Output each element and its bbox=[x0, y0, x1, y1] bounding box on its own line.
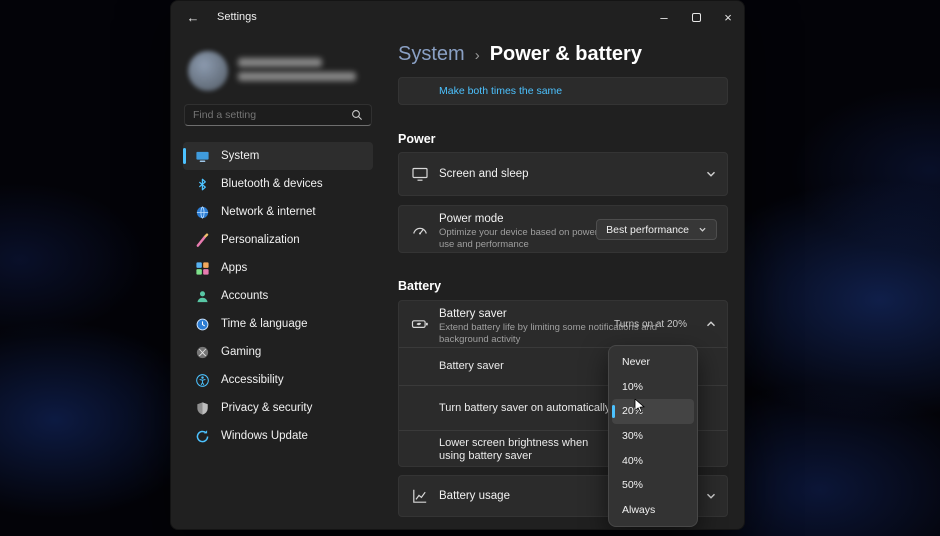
back-icon: ← bbox=[186, 9, 200, 25]
screen-and-sleep-row[interactable]: Screen and sleep bbox=[398, 152, 728, 196]
system-icon bbox=[196, 151, 209, 162]
breadcrumb: System › Power & battery bbox=[398, 43, 642, 66]
window-title: Settings bbox=[217, 11, 257, 23]
lower-brightness-label: Lower screen brightness when using batte… bbox=[439, 436, 589, 462]
sidebar-item-bluetooth[interactable]: Bluetooth & devices bbox=[183, 170, 373, 198]
battery-usage-chart-icon bbox=[411, 487, 429, 505]
desktop: { "window": { "title": "Settings", "icon… bbox=[0, 0, 940, 536]
power-section-heading: Power bbox=[398, 132, 436, 146]
sidebar-item-personalization[interactable]: Personalization bbox=[183, 226, 373, 254]
menu-option-30[interactable]: 30% bbox=[612, 424, 694, 449]
sidebar-item-label: Accounts bbox=[221, 290, 269, 302]
breadcrumb-separator-icon: › bbox=[474, 47, 480, 64]
chevron-down-icon bbox=[699, 227, 706, 232]
search-input[interactable] bbox=[193, 109, 351, 121]
screen-icon bbox=[411, 165, 429, 183]
menu-option-label: 40% bbox=[622, 454, 644, 467]
sidebar-item-network[interactable]: Network & internet bbox=[183, 198, 373, 226]
sidebar-item-accessibility[interactable]: Accessibility bbox=[183, 366, 373, 394]
close-button[interactable]: × bbox=[712, 2, 744, 32]
sidebar-item-accounts[interactable]: Accounts bbox=[183, 282, 373, 310]
chevron-down-icon bbox=[706, 171, 716, 177]
sidebar-item-label: System bbox=[221, 150, 260, 162]
breadcrumb-parent[interactable]: System bbox=[398, 43, 465, 66]
settings-window: ← Settings – × System bbox=[170, 0, 745, 530]
maximize-icon bbox=[691, 12, 701, 22]
battery-saver-icon bbox=[411, 315, 428, 333]
accessibility-icon bbox=[196, 373, 209, 387]
shield-icon bbox=[197, 401, 208, 415]
menu-option-20-selected[interactable]: 20% bbox=[612, 399, 694, 424]
profile-email-redacted bbox=[238, 72, 356, 81]
menu-option-label: 10% bbox=[622, 380, 644, 393]
battery-saver-auto-label: Turn battery saver on automatically at bbox=[439, 401, 623, 414]
sidebar-item-label: Apps bbox=[221, 262, 248, 274]
network-icon bbox=[196, 205, 209, 219]
battery-section-heading: Battery bbox=[398, 279, 442, 293]
titlebar[interactable]: ← Settings – × bbox=[171, 1, 744, 33]
sidebar-item-privacy[interactable]: Privacy & security bbox=[183, 394, 373, 422]
back-button[interactable]: ← bbox=[177, 2, 209, 32]
make-times-same-link[interactable]: Make both times the same bbox=[439, 85, 562, 97]
bluetooth-icon bbox=[198, 178, 206, 190]
menu-option-never[interactable]: Never bbox=[612, 350, 694, 375]
power-mode-description: Optimize your device based on power use … bbox=[439, 227, 598, 250]
menu-option-50[interactable]: 50% bbox=[612, 473, 694, 498]
power-mode-icon bbox=[411, 220, 429, 235]
power-mode-row: Power mode Optimize your device based on… bbox=[398, 205, 728, 253]
power-mode-dropdown[interactable]: Best performance bbox=[596, 219, 717, 240]
menu-option-label: Always bbox=[622, 503, 656, 516]
mouse-cursor-icon bbox=[634, 399, 645, 413]
battery-saver-level-menu: Never 10% 20% 30% 40% 50% Always bbox=[608, 345, 698, 527]
sidebar-item-label: Privacy & security bbox=[221, 402, 313, 414]
battery-saver-title: Battery saver bbox=[439, 308, 507, 320]
search-box[interactable] bbox=[184, 104, 372, 126]
menu-option-always[interactable]: Always bbox=[612, 497, 694, 522]
battery-saver-header[interactable]: Battery saver Extend battery life by lim… bbox=[399, 301, 727, 347]
sidebar-item-system[interactable]: System bbox=[183, 142, 373, 170]
update-icon bbox=[196, 429, 209, 442]
sidebar-item-label: Time & language bbox=[221, 318, 308, 330]
accounts-icon bbox=[197, 290, 208, 302]
minimize-button[interactable]: – bbox=[648, 2, 680, 32]
maximize-button[interactable] bbox=[680, 2, 712, 32]
chevron-up-icon bbox=[706, 321, 716, 327]
menu-option-10[interactable]: 10% bbox=[612, 375, 694, 400]
battery-saver-status: Turns on at 20% bbox=[613, 319, 687, 330]
page-title: Power & battery bbox=[489, 43, 642, 65]
minimize-icon: – bbox=[660, 9, 668, 25]
sidebar-nav: System Bluetooth & devices Network & int… bbox=[183, 142, 373, 450]
power-mode-title: Power mode bbox=[439, 213, 504, 225]
sidebar-item-label: Windows Update bbox=[221, 430, 308, 442]
sidebar-item-gaming[interactable]: Gaming bbox=[183, 338, 373, 366]
chevron-down-icon bbox=[706, 493, 716, 499]
menu-option-label: 30% bbox=[622, 430, 644, 443]
menu-option-label: Never bbox=[622, 356, 651, 369]
screen-and-sleep-label: Screen and sleep bbox=[439, 168, 529, 180]
battery-saver-subrow-label: Battery saver bbox=[439, 360, 504, 372]
sidebar-item-label: Personalization bbox=[221, 234, 300, 246]
sidebar-item-label: Network & internet bbox=[221, 206, 316, 218]
clock-icon bbox=[196, 318, 209, 330]
sidebar-item-label: Gaming bbox=[221, 346, 262, 358]
search-icon bbox=[352, 110, 362, 120]
sidebar-item-apps[interactable]: Apps bbox=[183, 254, 373, 282]
clock-sync-card: Make both times the same bbox=[398, 77, 728, 105]
sidebar-item-label: Accessibility bbox=[221, 374, 284, 386]
apps-icon bbox=[196, 261, 209, 275]
menu-option-label: 50% bbox=[622, 479, 644, 492]
xbox-icon bbox=[196, 346, 209, 358]
menu-option-40[interactable]: 40% bbox=[612, 448, 694, 473]
avatar[interactable] bbox=[188, 51, 228, 91]
sidebar-item-windows-update[interactable]: Windows Update bbox=[183, 422, 373, 450]
profile-name-redacted bbox=[238, 58, 322, 67]
sidebar-item-time-language[interactable]: Time & language bbox=[183, 310, 373, 338]
personalization-icon bbox=[196, 232, 209, 247]
close-icon: × bbox=[724, 9, 732, 25]
sidebar-item-label: Bluetooth & devices bbox=[221, 178, 323, 190]
battery-usage-label: Battery usage bbox=[439, 490, 510, 502]
power-mode-value: Best performance bbox=[606, 223, 689, 236]
